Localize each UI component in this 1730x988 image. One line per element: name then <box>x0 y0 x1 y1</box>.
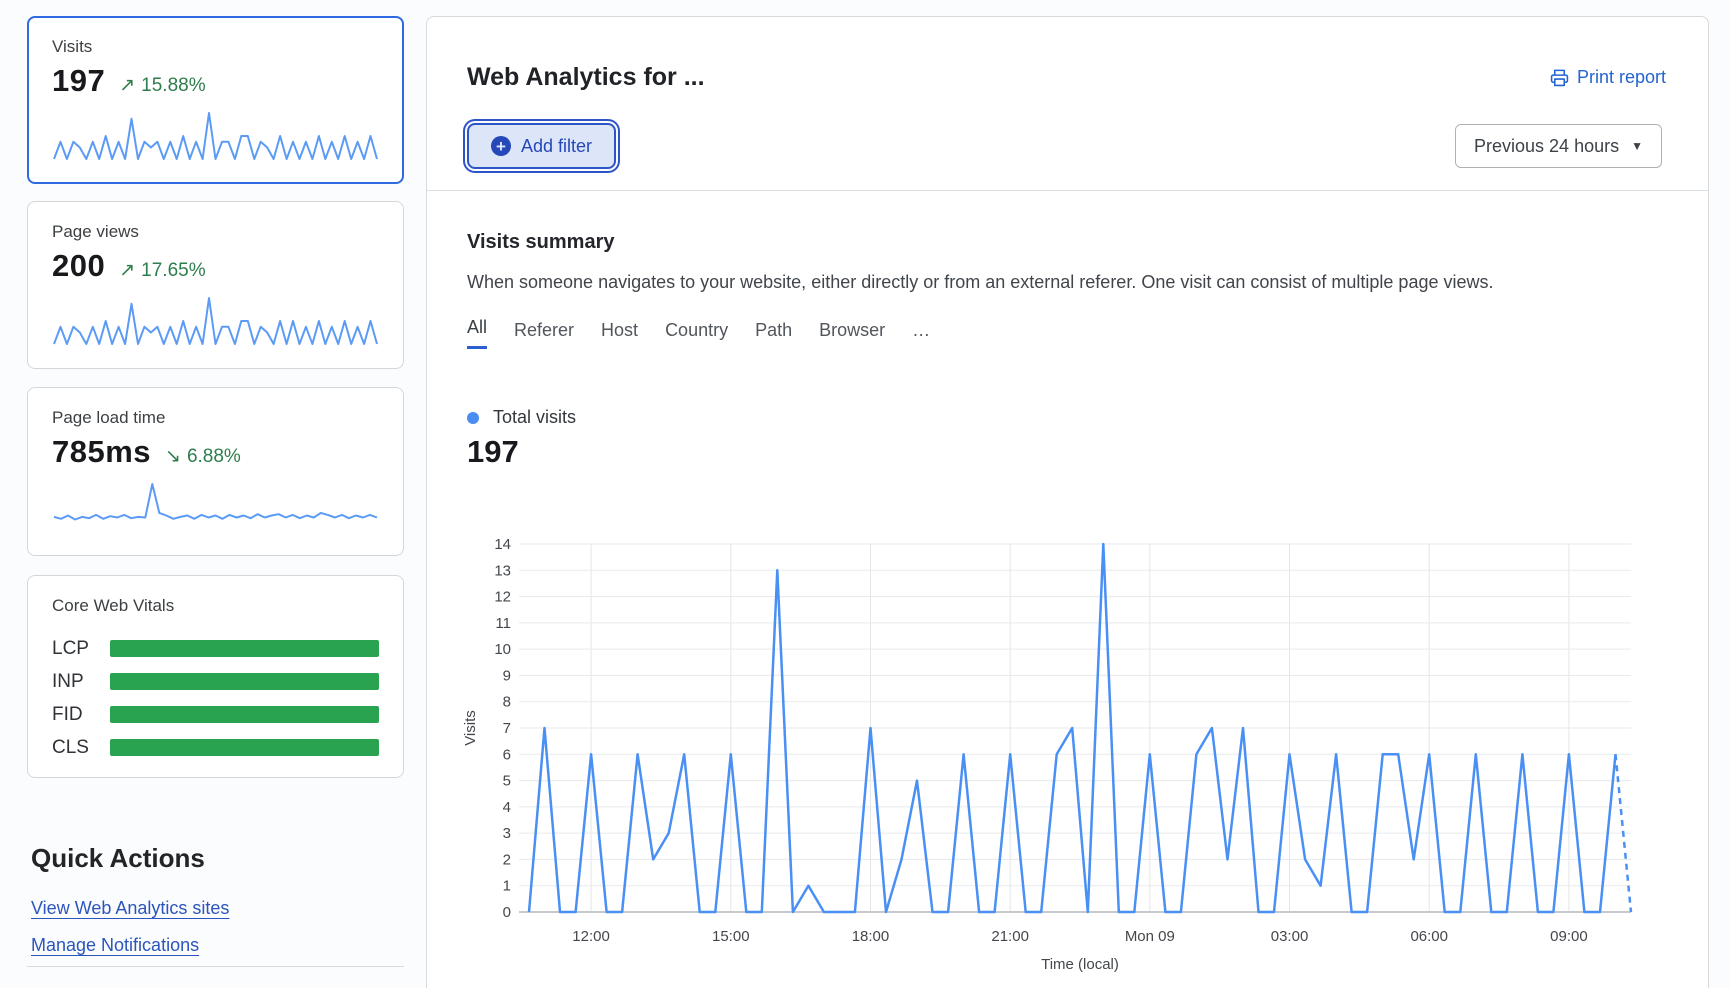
svg-text:06:00: 06:00 <box>1410 928 1448 945</box>
svg-text:Time (local): Time (local) <box>1041 956 1119 973</box>
svg-text:0: 0 <box>503 904 511 921</box>
add-filter-button[interactable]: + Add filter <box>467 123 616 169</box>
stat-card-delta: ↘ 6.88% <box>165 445 241 468</box>
cwv-score-bar <box>110 673 379 690</box>
sidebar-divider <box>27 966 404 967</box>
page-load-sparkline <box>52 480 379 532</box>
quick-actions-links: View Web Analytics sites Manage Notificat… <box>31 898 229 956</box>
svg-text:5: 5 <box>503 773 511 790</box>
quick-actions-title: Quick Actions <box>31 843 205 874</box>
chevron-down-icon: ▼ <box>1631 139 1643 153</box>
trend-up-icon: ↗ <box>119 259 135 282</box>
svg-text:8: 8 <box>503 694 511 711</box>
visits-summary-title: Visits summary <box>467 231 615 254</box>
trend-down-icon: ↘ <box>165 445 181 468</box>
stat-card-delta: ↗ 15.88% <box>119 74 205 97</box>
header-divider <box>427 190 1708 191</box>
dimension-tabs: All Referer Host Country Path Browser … <box>467 317 930 349</box>
svg-text:18:00: 18:00 <box>852 928 890 945</box>
delta-percent: 15.88% <box>141 75 205 97</box>
cwv-score-bar <box>110 739 379 756</box>
print-report-link[interactable]: Print report <box>1550 67 1666 88</box>
add-filter-label: Add filter <box>521 136 592 157</box>
printer-icon <box>1550 68 1569 87</box>
svg-text:12:00: 12:00 <box>572 928 610 945</box>
cwv-row: CLS <box>52 731 379 764</box>
visits-line-chart: 0123456789101112131412:0015:0018:0021:00… <box>441 471 1701 988</box>
cwv-metric-label: LCP <box>52 638 110 660</box>
svg-text:13: 13 <box>494 562 511 579</box>
cwv-metric-label: CLS <box>52 737 110 759</box>
plus-circle-icon: + <box>491 136 511 156</box>
cwv-score-bar <box>110 640 379 657</box>
cwv-row: LCP <box>52 632 379 665</box>
tab-browser[interactable]: Browser <box>819 320 885 349</box>
svg-text:11: 11 <box>495 615 511 632</box>
page-title: Web Analytics for ... <box>467 63 705 92</box>
stat-card-value: 785ms <box>52 434 151 470</box>
print-report-label: Print report <box>1577 67 1666 88</box>
cwv-metric-label: FID <box>52 704 110 726</box>
sidebar: Visits 197 ↗ 15.88% Page views 200 ↗ 17.65… <box>27 0 404 988</box>
time-range-value: Previous 24 hours <box>1474 136 1619 157</box>
trend-up-icon: ↗ <box>119 74 135 97</box>
tab-path[interactable]: Path <box>755 320 792 349</box>
stat-card-value: 197 <box>52 63 105 99</box>
svg-text:4: 4 <box>503 799 511 816</box>
tab-host[interactable]: Host <box>601 320 638 349</box>
stat-card-page-load-time[interactable]: Page load time 785ms ↘ 6.88% <box>27 387 404 556</box>
total-visits-value: 197 <box>467 434 519 470</box>
svg-text:1: 1 <box>503 878 511 895</box>
legend-dot-icon <box>467 412 479 424</box>
visits-sparkline <box>52 109 379 161</box>
stat-card-delta: ↗ 17.65% <box>119 259 205 282</box>
cwv-row: FID <box>52 698 379 731</box>
web-analytics-dashboard: Visits 197 ↗15.88% Page views 200 ↗17.65… <box>0 0 1730 988</box>
stat-card-value: 200 <box>52 248 105 284</box>
stat-card-page-views[interactable]: Page views 200 ↗ 17.65% <box>27 201 404 369</box>
visits-summary-description: When someone navigates to your website, … <box>467 272 1493 293</box>
tab-[interactable]: … <box>912 320 930 349</box>
core-web-vitals-rows: LCP INP FID CLS <box>52 632 379 764</box>
svg-text:2: 2 <box>503 851 511 868</box>
svg-text:6: 6 <box>503 746 511 763</box>
svg-text:Visits: Visits <box>462 710 479 746</box>
svg-text:15:00: 15:00 <box>712 928 750 945</box>
quick-action-link[interactable]: View Web Analytics sites <box>31 898 229 919</box>
delta-percent: 6.88% <box>187 446 241 468</box>
cwv-metric-label: INP <box>52 671 110 693</box>
tab-referer[interactable]: Referer <box>514 320 574 349</box>
tab-all[interactable]: All <box>467 317 487 349</box>
page-views-sparkline <box>52 294 379 346</box>
tab-country[interactable]: Country <box>665 320 728 349</box>
time-range-dropdown[interactable]: Previous 24 hours ▼ <box>1455 124 1662 168</box>
cwv-row: INP <box>52 665 379 698</box>
quick-action-link[interactable]: Manage Notifications <box>31 935 229 956</box>
svg-text:09:00: 09:00 <box>1550 928 1588 945</box>
stat-card-label: Page views <box>52 222 379 242</box>
svg-text:12: 12 <box>494 589 511 606</box>
stat-card-label: Page load time <box>52 408 379 428</box>
core-web-vitals-label: Core Web Vitals <box>52 596 379 616</box>
svg-text:10: 10 <box>494 641 511 658</box>
legend-label: Total visits <box>493 407 576 428</box>
stat-card-label: Visits <box>52 37 379 57</box>
svg-text:14: 14 <box>494 536 511 553</box>
cwv-score-bar <box>110 706 379 723</box>
svg-text:3: 3 <box>503 825 511 842</box>
core-web-vitals-card: Core Web Vitals LCP INP FID CLS <box>27 575 404 778</box>
svg-text:9: 9 <box>503 667 511 684</box>
stat-card-visits[interactable]: Visits 197 ↗ 15.88% <box>27 16 404 184</box>
svg-text:21:00: 21:00 <box>991 928 1029 945</box>
delta-percent: 17.65% <box>141 260 205 282</box>
svg-text:7: 7 <box>503 720 511 737</box>
svg-text:03:00: 03:00 <box>1271 928 1309 945</box>
main-panel: Web Analytics for ... Print report + Add… <box>426 16 1709 988</box>
svg-text:Mon 09: Mon 09 <box>1125 928 1175 945</box>
